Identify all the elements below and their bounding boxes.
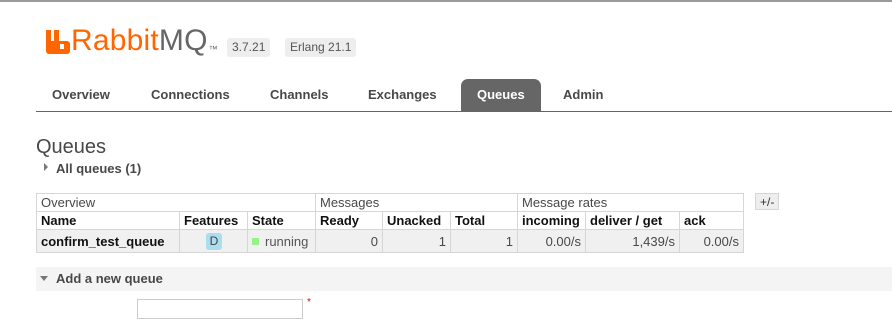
group-overview: Overview	[36, 193, 316, 212]
col-features[interactable]: Features	[179, 211, 248, 230]
all-queues-label: All queues (1)	[56, 161, 142, 176]
deliver-get-rate: 1,439/s	[585, 229, 680, 253]
ack-rate: 0.00/s	[679, 229, 744, 253]
add-queue-label: Add a new queue	[56, 271, 163, 286]
erlang-version-badge: Erlang 21.1	[285, 38, 357, 57]
tab-connections[interactable]: Connections	[135, 79, 246, 111]
version-badge: 3.7.21	[227, 38, 271, 57]
toggle-columns-button[interactable]: +/-	[755, 193, 780, 210]
rabbit-logo-icon	[46, 30, 70, 54]
add-queue-header-band	[36, 267, 892, 291]
col-name[interactable]: Name	[36, 211, 180, 230]
col-deliver-get[interactable]: deliver / get	[585, 211, 680, 230]
col-ready[interactable]: Ready	[315, 211, 383, 230]
durable-badge: D	[206, 232, 222, 250]
page-title: Queues	[36, 136, 107, 158]
rabbitmq-logo[interactable]: RabbitMQ ™	[46, 26, 218, 56]
tab-queues[interactable]: Queues	[461, 79, 541, 111]
logo-word-mq: MQ	[158, 24, 208, 57]
group-message-rates: Message rates	[517, 193, 744, 212]
ready-count: 0	[315, 229, 383, 253]
state-cell: running	[247, 229, 316, 253]
unacked-count: 1	[382, 229, 451, 253]
group-messages: Messages	[315, 193, 518, 212]
top-border	[0, 0, 892, 2]
queue-name-input[interactable]	[137, 299, 303, 319]
features-cell: D	[179, 229, 248, 253]
col-total[interactable]: Total	[450, 211, 518, 230]
tab-channels[interactable]: Channels	[254, 79, 345, 111]
expand-triangle-icon	[44, 162, 48, 171]
queues-table: Overview Messages Message rates Name Fea…	[36, 193, 744, 253]
running-status-icon	[252, 237, 259, 245]
col-incoming[interactable]: incoming	[517, 211, 586, 230]
add-queue-toggle[interactable]: Add a new queue	[40, 271, 163, 286]
col-state[interactable]: State	[247, 211, 316, 230]
main-nav: Overview Connections Channels Exchanges …	[36, 79, 892, 112]
required-marker: *	[307, 297, 311, 308]
all-queues-toggle[interactable]: All queues (1)	[44, 161, 141, 176]
table-column-header: Name Features State Ready Unacked Total …	[36, 211, 744, 230]
total-count: 1	[450, 229, 518, 253]
tab-admin[interactable]: Admin	[547, 79, 619, 111]
logo-wordmark: RabbitMQ	[71, 26, 208, 56]
col-unacked[interactable]: Unacked	[382, 211, 451, 230]
tab-overview[interactable]: Overview	[36, 79, 126, 111]
table-group-header: Overview Messages Message rates	[36, 193, 744, 212]
logo-word-rabbit: Rabbit	[71, 24, 159, 57]
incoming-rate: 0.00/s	[517, 229, 586, 253]
logo-trademark: ™	[208, 44, 218, 54]
collapse-triangle-icon	[40, 276, 48, 281]
queue-name-link[interactable]: confirm_test_queue	[36, 229, 180, 253]
tab-exchanges[interactable]: Exchanges	[352, 79, 453, 111]
col-ack[interactable]: ack	[679, 211, 744, 230]
state-text: running	[265, 233, 309, 249]
table-row: confirm_test_queue D running 0 1 1 0.00/…	[36, 229, 744, 253]
